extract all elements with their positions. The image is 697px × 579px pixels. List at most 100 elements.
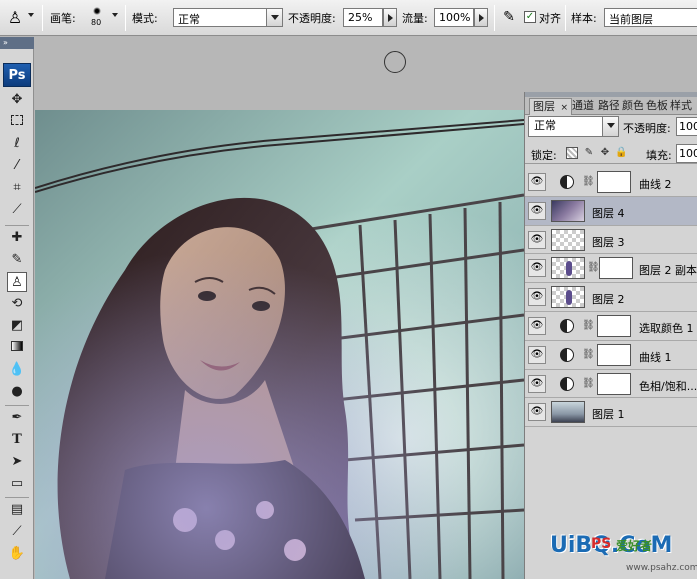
lasso-tool-icon[interactable]: ℓ <box>7 134 27 154</box>
layer-thumbnail <box>551 228 585 251</box>
opacity-slider-button[interactable] <box>383 8 397 27</box>
flow-slider-button[interactable] <box>474 8 488 27</box>
layer-row[interactable]: 👁 图层 3 <box>525 225 697 255</box>
eye-icon[interactable]: 👁 <box>528 173 546 191</box>
lock-position-icon[interactable]: ✥ <box>599 147 611 159</box>
eye-icon[interactable]: 👁 <box>528 201 546 220</box>
sample-select[interactable]: 当前图层 <box>604 8 697 27</box>
layer-opacity-input[interactable]: 100 <box>676 117 697 136</box>
tab-channels[interactable]: 通道 <box>569 98 595 115</box>
separator <box>5 225 29 226</box>
move-tool-icon[interactable]: ✥ <box>7 90 27 110</box>
watermark-cn: 爱好者 <box>616 539 653 553</box>
type-tool-icon[interactable]: T <box>7 430 27 450</box>
flow-label: 流量: <box>402 12 428 25</box>
aligned-label: 对齐 <box>539 12 561 25</box>
layer-row[interactable]: 👁 ⛓ 曲线 2 <box>525 168 697 197</box>
tab-styles[interactable]: 样式 <box>667 98 695 115</box>
eye-icon[interactable]: 👁 <box>528 316 546 335</box>
layer-row[interactable]: 👁 ⛓ 色相/饱和... <box>525 369 697 399</box>
mode-label: 模式: <box>132 12 158 25</box>
opacity-input[interactable]: 25% <box>343 8 383 27</box>
history-brush-tool-icon[interactable]: ⟲ <box>7 294 27 314</box>
brush-cursor <box>384 51 406 73</box>
collapse-icon: » <box>3 38 8 47</box>
eraser-tool-icon[interactable]: ◩ <box>7 316 27 336</box>
preset-dropdown-icon[interactable] <box>28 13 34 20</box>
lock-all-icon[interactable]: 🔒 <box>615 147 627 159</box>
tab-paths[interactable]: 路径 <box>595 98 619 115</box>
blur-tool-icon[interactable]: 💧 <box>7 360 27 380</box>
shape-tool-icon[interactable]: ▭ <box>7 474 27 494</box>
adjustment-layer-icon <box>560 318 574 333</box>
layer-row-selected[interactable]: 👁 图层 4 <box>525 196 697 226</box>
fill-input[interactable]: 100 <box>676 144 697 163</box>
lock-paint-icon[interactable]: ✎ <box>583 147 595 159</box>
layer-name: 图层 2 副本 <box>639 264 697 278</box>
eye-icon[interactable]: 👁 <box>528 288 546 307</box>
blend-mode-select[interactable]: 正常 <box>528 116 619 137</box>
eye-icon[interactable]: 👁 <box>528 259 546 278</box>
link-icon: ⛓ <box>587 262 600 274</box>
tab-layers[interactable]: 图层 × <box>529 98 573 115</box>
marquee-tool-icon[interactable] <box>7 112 27 132</box>
close-icon[interactable]: × <box>561 103 569 113</box>
layer-name: 图层 3 <box>592 235 625 249</box>
clone-stamp-preset-icon[interactable]: ♙ <box>4 7 26 29</box>
aligned-checkbox[interactable]: ✓ <box>524 11 536 23</box>
layer-row[interactable]: 👁 图层 1 <box>525 398 697 428</box>
layer-mask-thumbnail <box>597 171 631 193</box>
tab-label: 图层 <box>533 100 555 113</box>
layer-name: 曲线 1 <box>639 350 672 364</box>
layer-mask-thumbnail <box>599 257 633 280</box>
flow-value: 100% <box>439 11 471 24</box>
brush-preview[interactable]: 80 <box>86 5 108 31</box>
eyedropper-tool-icon[interactable]: ⟋ <box>7 522 27 542</box>
airbrush-icon[interactable]: ✎ <box>499 7 519 27</box>
ps-logo[interactable]: Ps <box>3 63 31 87</box>
panel-tabs: 图层 × 通道 路径 颜色 色板 样式 <box>525 97 697 115</box>
toolbox-header[interactable]: » <box>0 37 34 49</box>
eye-icon[interactable]: 👁 <box>528 345 546 364</box>
layer-thumbnail <box>551 401 585 424</box>
separator <box>125 5 126 31</box>
slice-tool-icon[interactable]: ⟋ <box>7 200 27 220</box>
brush-dropdown-icon[interactable] <box>112 13 118 20</box>
layer-row[interactable]: 👁 ⛓ 曲线 1 <box>525 340 697 370</box>
layer-row[interactable]: 👁 ⛓ 图层 2 副本 <box>525 254 697 284</box>
pen-tool-icon[interactable]: ✒ <box>7 408 27 428</box>
adjustment-layer-icon <box>560 347 574 362</box>
options-bar: ♙ 画笔: 80 模式: 正常 不透明度: 25% 流量: 100% ✎ ✓ 对… <box>0 0 697 36</box>
mode-value: 正常 <box>178 13 200 26</box>
flow-input[interactable]: 100% <box>434 8 474 27</box>
notes-tool-icon[interactable]: ▤ <box>7 500 27 520</box>
tab-swatches[interactable]: 色板 <box>643 98 667 115</box>
toolbox: » Ps ✥ ℓ ⁄ ⌗ ⟋ ✚ ✎ ♙ ⟲ ◩ 💧 ● ✒ T ➤ ▭ ▤ ⟋… <box>0 37 34 579</box>
layer-mask-thumbnail <box>597 343 631 366</box>
opacity-value: 25% <box>348 11 373 24</box>
layer-thumbnail <box>551 199 585 222</box>
eye-icon[interactable]: 👁 <box>528 230 546 249</box>
link-icon: ⛓ <box>582 348 595 360</box>
eye-icon[interactable]: 👁 <box>528 374 546 393</box>
separator <box>42 5 43 31</box>
lock-transparency-icon[interactable] <box>566 147 578 159</box>
magic-wand-tool-icon[interactable]: ⁄ <box>7 156 27 176</box>
clone-stamp-tool-icon[interactable]: ♙ <box>7 272 27 292</box>
healing-brush-tool-icon[interactable]: ✚ <box>7 228 27 248</box>
crop-tool-icon[interactable]: ⌗ <box>7 178 27 198</box>
brush-tool-icon[interactable]: ✎ <box>7 250 27 270</box>
hand-tool-icon[interactable]: ✋ <box>7 544 27 564</box>
dodge-tool-icon[interactable]: ● <box>7 382 27 402</box>
watermark-ps: PS <box>591 536 612 552</box>
eye-icon[interactable]: 👁 <box>528 403 546 422</box>
mode-select[interactable]: 正常 <box>173 8 283 27</box>
document-canvas[interactable] <box>35 110 524 579</box>
tab-color[interactable]: 颜色 <box>619 98 643 115</box>
layers-panel: 图层 × 通道 路径 颜色 色板 样式 正常 不透明度: 100 锁定: ✎ ✥… <box>524 92 697 579</box>
layer-row[interactable]: 👁 图层 2 <box>525 283 697 312</box>
gradient-tool-icon[interactable] <box>7 338 27 358</box>
sample-value: 当前图层 <box>609 13 653 26</box>
layer-row[interactable]: 👁 ⛓ 选取颜色 1 <box>525 311 697 341</box>
path-selection-tool-icon[interactable]: ➤ <box>7 452 27 472</box>
